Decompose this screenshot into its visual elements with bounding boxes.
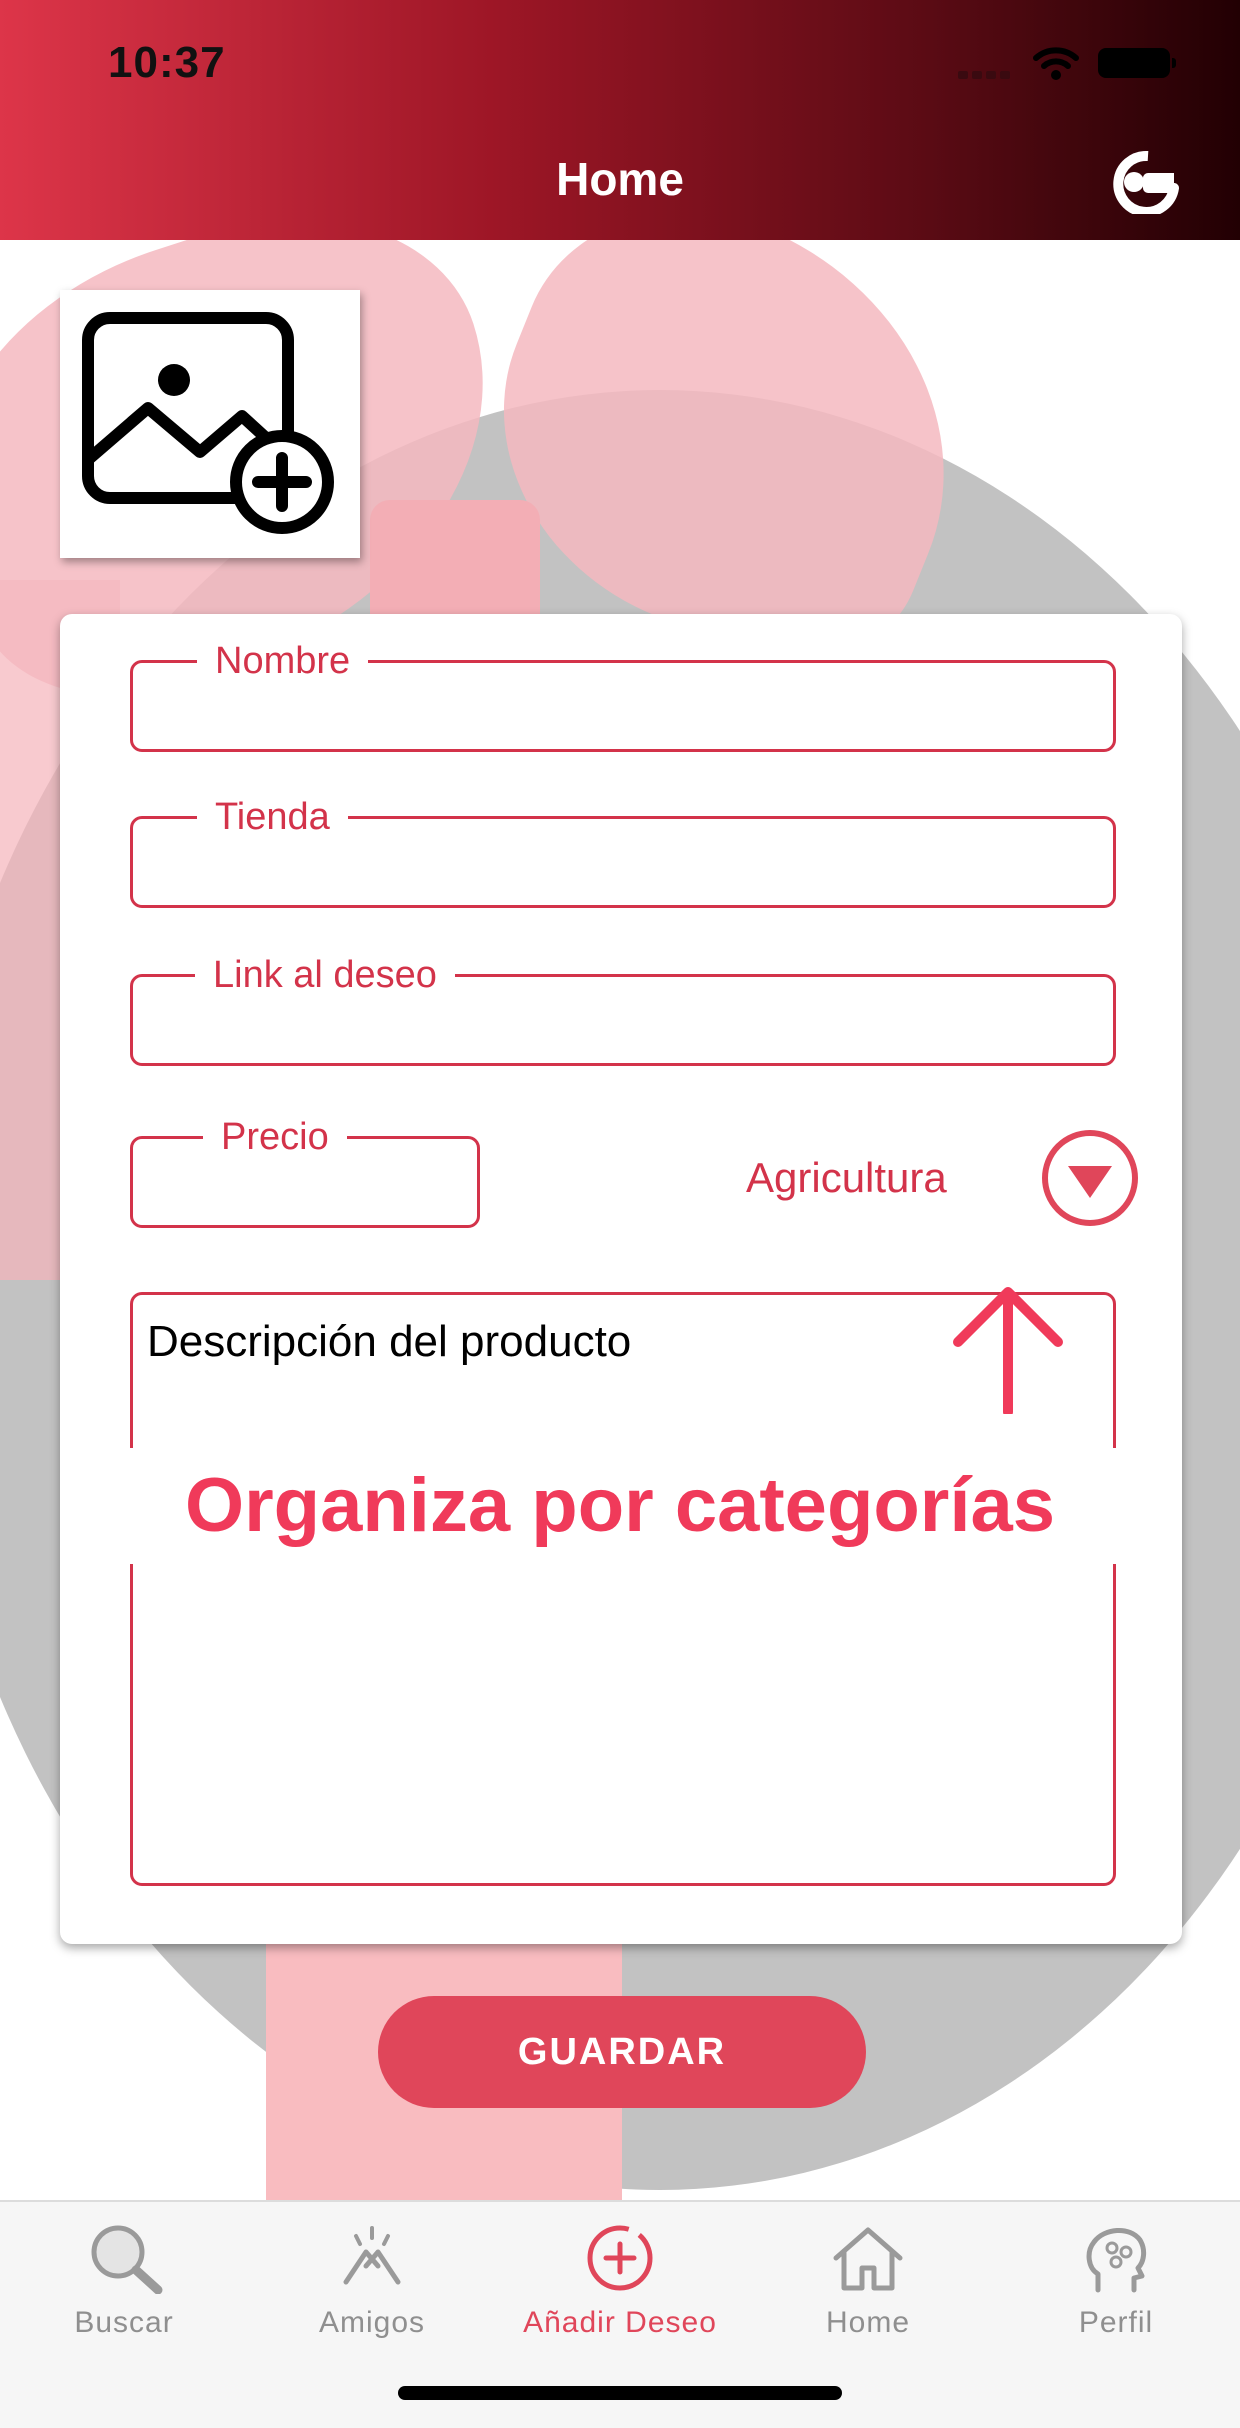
precio-label: Precio — [203, 1115, 347, 1159]
link-field[interactable]: Link al deseo — [130, 953, 1116, 1066]
tab-buscar[interactable]: Buscar — [0, 2222, 248, 2352]
page-title: Home — [556, 153, 684, 205]
link-label: Link al deseo — [195, 953, 455, 997]
add-circle-icon — [587, 2225, 653, 2291]
dropdown-icon[interactable] — [1040, 1128, 1140, 1228]
tab-anadir-deseo-label: Añadir Deseo — [523, 2306, 717, 2339]
wifi-icon — [1033, 47, 1079, 80]
app-header: 10:37 Home — [0, 0, 1240, 240]
tab-perfil-label: Perfil — [1078, 2306, 1154, 2339]
cellular-signal-icon — [958, 66, 1022, 79]
image-picker-button[interactable] — [60, 290, 360, 558]
promo-caption: Organiza por categorías — [184, 1463, 1056, 1548]
tab-home-label: Home — [825, 2306, 911, 2339]
app-logo-icon[interactable] — [1108, 148, 1180, 214]
tab-amigos-label: Amigos — [318, 2306, 426, 2339]
battery-icon — [1098, 48, 1176, 78]
home-icon — [833, 2227, 903, 2291]
add-image-icon — [82, 312, 334, 534]
tienda-field[interactable]: Tienda — [130, 795, 1116, 908]
tab-buscar-label: Buscar — [74, 2306, 174, 2339]
save-button[interactable]: GUARDAR — [378, 1996, 866, 2108]
tab-perfil[interactable]: Perfil — [992, 2222, 1240, 2352]
category-selected[interactable]: Agricultura — [746, 1154, 947, 1202]
tab-anadir-deseo[interactable]: Añadir Deseo — [496, 2222, 744, 2352]
tab-amigos[interactable]: Amigos — [248, 2222, 496, 2352]
nombre-field[interactable]: Nombre — [130, 639, 1116, 752]
tienda-label: Tienda — [197, 795, 348, 839]
friends-icon — [343, 2226, 401, 2285]
nombre-label: Nombre — [197, 639, 369, 683]
tab-home[interactable]: Home — [744, 2222, 992, 2352]
profile-icon — [1086, 2228, 1147, 2293]
search-icon — [91, 2225, 163, 2294]
status-time: 10:37 — [108, 38, 226, 87]
precio-field[interactable]: Precio — [130, 1115, 480, 1228]
wish-form-card: Nombre Tienda Link al deseo Precio Agric… — [60, 614, 1182, 1944]
home-indicator — [398, 2386, 842, 2400]
arrow-up-icon — [953, 1287, 1063, 1414]
description-placeholder: Descripción del producto — [147, 1317, 632, 1366]
